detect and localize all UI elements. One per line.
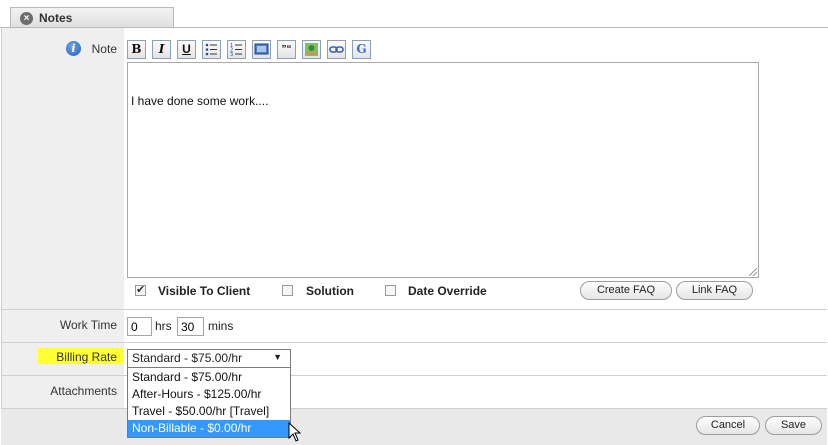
quote-icon[interactable]: ”“ xyxy=(277,40,296,59)
visible-to-client-label: Visible To Client xyxy=(158,284,251,298)
row-divider xyxy=(1,342,827,343)
minutes-unit: mins xyxy=(208,319,234,333)
visible-to-client-checkbox[interactable] xyxy=(135,283,146,296)
mouse-cursor-icon xyxy=(288,422,302,442)
underline-button[interactable]: U xyxy=(177,40,196,59)
billing-option-standard[interactable]: Standard - $75.00/hr xyxy=(128,369,290,386)
row-divider xyxy=(1,309,827,310)
billing-option-travel[interactable]: Travel - $50.00/hr [Travel] xyxy=(128,403,290,420)
date-override-checkbox[interactable] xyxy=(385,285,396,296)
numbered-list-icon[interactable]: 123 xyxy=(227,40,246,59)
link-icon[interactable] xyxy=(327,40,346,59)
cancel-button[interactable]: Cancel xyxy=(696,416,760,435)
resize-handle[interactable] xyxy=(749,268,757,276)
label-column xyxy=(1,28,124,445)
note-label: Note xyxy=(91,42,117,56)
billing-rate-selected: Standard - $75.00/hr xyxy=(132,351,243,365)
billing-rate-options: Standard - $75.00/hr After-Hours - $125.… xyxy=(127,367,291,438)
hours-unit: hrs xyxy=(155,319,172,333)
save-button[interactable]: Save xyxy=(765,416,822,435)
link-faq-button[interactable]: Link FAQ xyxy=(676,281,753,300)
date-override-label: Date Override xyxy=(408,284,487,298)
info-icon[interactable]: i xyxy=(66,41,81,56)
notes-tab[interactable]: × Notes xyxy=(10,7,174,28)
attachments-label: Attachments xyxy=(50,384,117,398)
embed-icon[interactable] xyxy=(252,40,271,59)
billing-rate-select[interactable]: Standard - $75.00/hr ▼ xyxy=(127,349,291,368)
dropdown-arrow-icon: ▼ xyxy=(273,352,282,362)
solution-checkbox[interactable] xyxy=(282,285,293,296)
bold-button[interactable]: B xyxy=(127,40,146,59)
tab-title: Notes xyxy=(39,11,73,25)
google-icon[interactable]: G xyxy=(352,40,371,59)
row-divider xyxy=(1,375,827,376)
create-faq-button[interactable]: Create FAQ xyxy=(580,281,672,300)
billing-option-after-hours[interactable]: After-Hours - $125.00/hr xyxy=(128,386,290,403)
hours-input[interactable] xyxy=(127,317,152,336)
picture-icon[interactable] xyxy=(302,40,321,59)
billing-option-non-billable[interactable]: Non-Billable - $0.00/hr xyxy=(128,420,290,437)
bullet-list-icon[interactable] xyxy=(202,40,221,59)
minutes-input[interactable] xyxy=(177,317,204,336)
note-editor[interactable]: I have done some work.... xyxy=(127,62,759,278)
billing-rate-label: Billing Rate xyxy=(56,350,117,364)
svg-text:3: 3 xyxy=(230,52,233,58)
solution-label: Solution xyxy=(306,284,354,298)
close-icon[interactable]: × xyxy=(20,12,33,25)
note-content: I have done some work.... xyxy=(131,94,269,108)
work-time-label: Work Time xyxy=(59,318,117,332)
italic-button[interactable]: I xyxy=(152,40,171,59)
